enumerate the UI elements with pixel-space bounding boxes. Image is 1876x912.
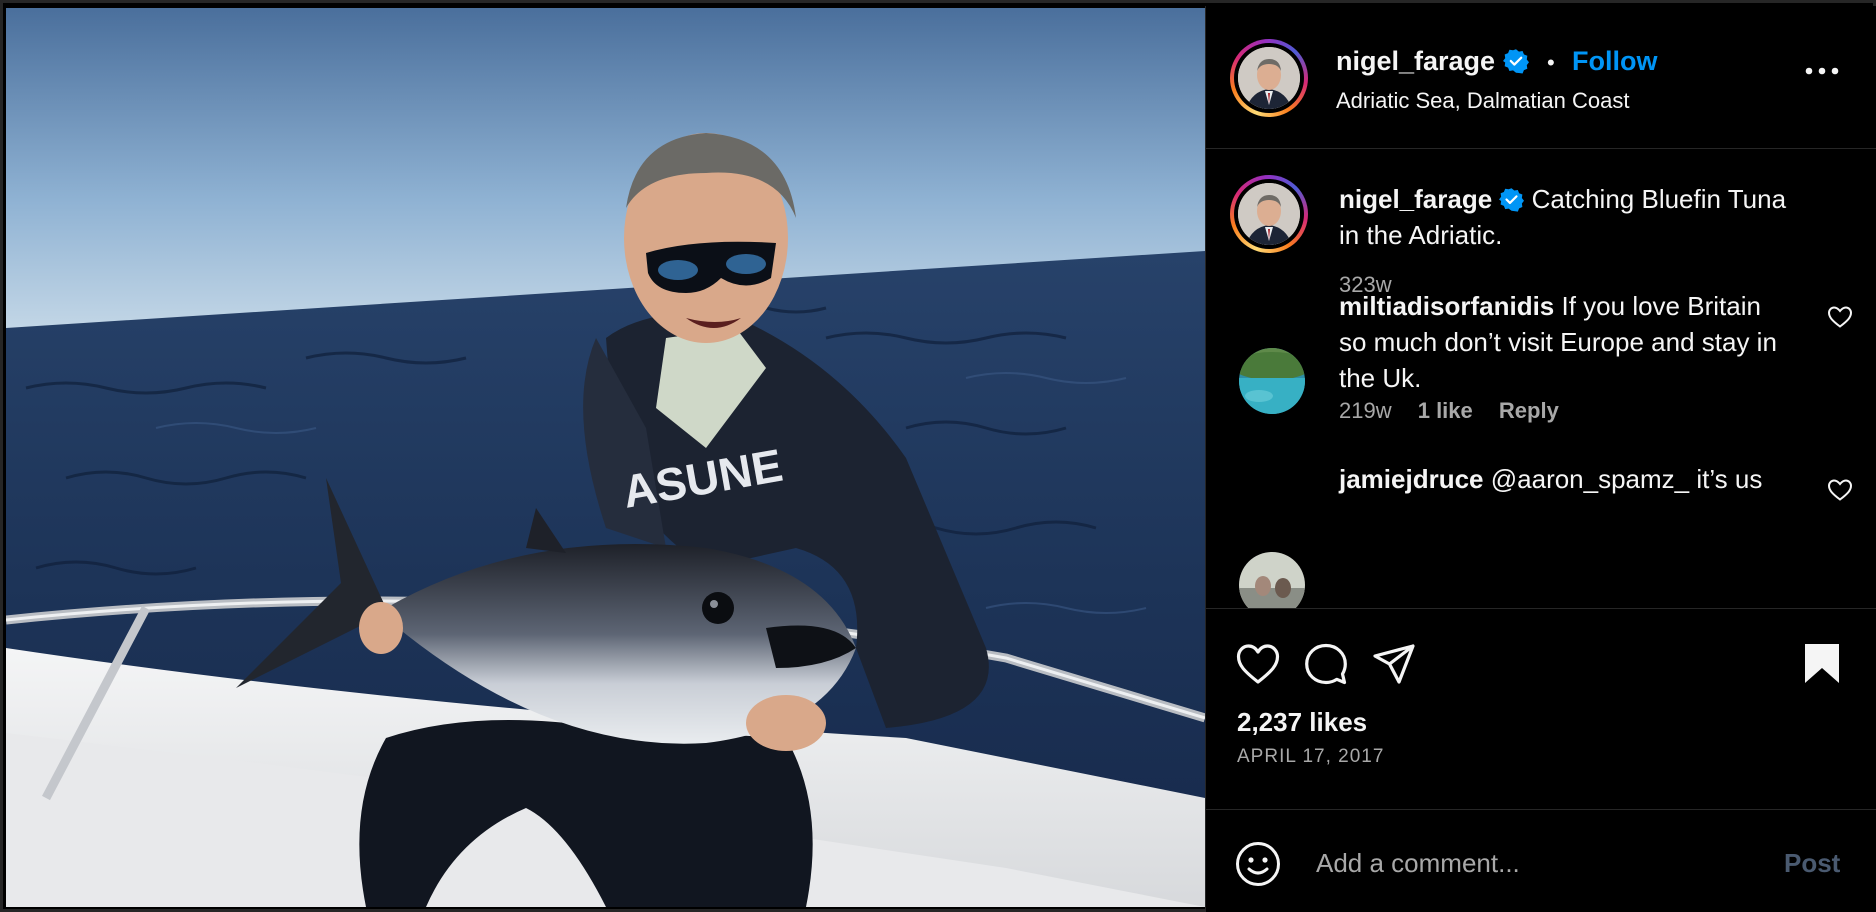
author-username-text[interactable]: nigel_farage <box>1336 46 1495 76</box>
comment-likes[interactable]: 1 like <box>1418 398 1473 423</box>
comment-username[interactable]: jamiejdruce <box>1339 464 1484 494</box>
comment-like-icon[interactable] <box>1827 478 1853 502</box>
post-photo[interactable]: ASUNE <box>6 8 1205 907</box>
action-bar: 2,237 likes APRIL 17, 2017 <box>1206 610 1876 810</box>
comment-age[interactable]: 219w <box>1339 398 1392 423</box>
author-username[interactable]: nigel_farage <box>1336 46 1529 77</box>
post-location[interactable]: Adriatic Sea, Dalmatian Coast <box>1336 88 1629 114</box>
post-modal: ASUNE nigel_farage • Follow Adriatic Sea… <box>0 0 1876 912</box>
caption-avatar[interactable] <box>1230 175 1308 253</box>
comment-like-icon[interactable] <box>1827 305 1853 329</box>
likes-count[interactable]: 2,237 likes <box>1237 707 1367 738</box>
comment-composer: Post <box>1206 811 1876 912</box>
caption-username[interactable]: nigel_farage <box>1339 184 1492 214</box>
bookmark-icon[interactable] <box>1799 641 1845 685</box>
reply-button[interactable]: Reply <box>1499 398 1559 423</box>
caption: nigel_farage Catching Bluefin Tuna in th… <box>1339 181 1789 253</box>
author-avatar[interactable] <box>1230 39 1308 117</box>
post-comment-button[interactable]: Post <box>1784 848 1840 879</box>
comments-list[interactable]: nigel_farage Catching Bluefin Tuna in th… <box>1206 150 1876 609</box>
comment: miltiadisorfanidis If you love Britain s… <box>1339 288 1789 396</box>
comment-text: @aaron_spamz_ it’s us <box>1490 464 1763 494</box>
comment-input[interactable] <box>1316 843 1756 883</box>
post-side-panel: nigel_farage • Follow Adriatic Sea, Dalm… <box>1205 6 1876 912</box>
comment-avatar[interactable] <box>1239 552 1305 608</box>
header-separator: • <box>1547 50 1555 75</box>
post-date[interactable]: APRIL 17, 2017 <box>1237 746 1384 768</box>
verified-badge-icon <box>1499 188 1525 212</box>
share-icon[interactable] <box>1371 642 1417 686</box>
comment: jamiejdruce @aaron_spamz_ it’s us <box>1339 461 1789 497</box>
comment-icon[interactable] <box>1303 642 1349 686</box>
more-options-icon[interactable] <box>1802 61 1842 81</box>
comment-meta: 219w 1 like Reply <box>1339 398 1579 424</box>
emoji-icon[interactable] <box>1235 841 1281 887</box>
verified-badge-icon <box>1502 49 1529 74</box>
post-header: nigel_farage • Follow Adriatic Sea, Dalm… <box>1206 6 1876 149</box>
follow-button[interactable]: Follow <box>1572 46 1657 77</box>
comment-username[interactable]: miltiadisorfanidis <box>1339 291 1554 321</box>
photo-illustration: ASUNE <box>6 8 1205 907</box>
comment-avatar[interactable] <box>1239 348 1305 414</box>
heart-icon[interactable] <box>1235 642 1281 686</box>
